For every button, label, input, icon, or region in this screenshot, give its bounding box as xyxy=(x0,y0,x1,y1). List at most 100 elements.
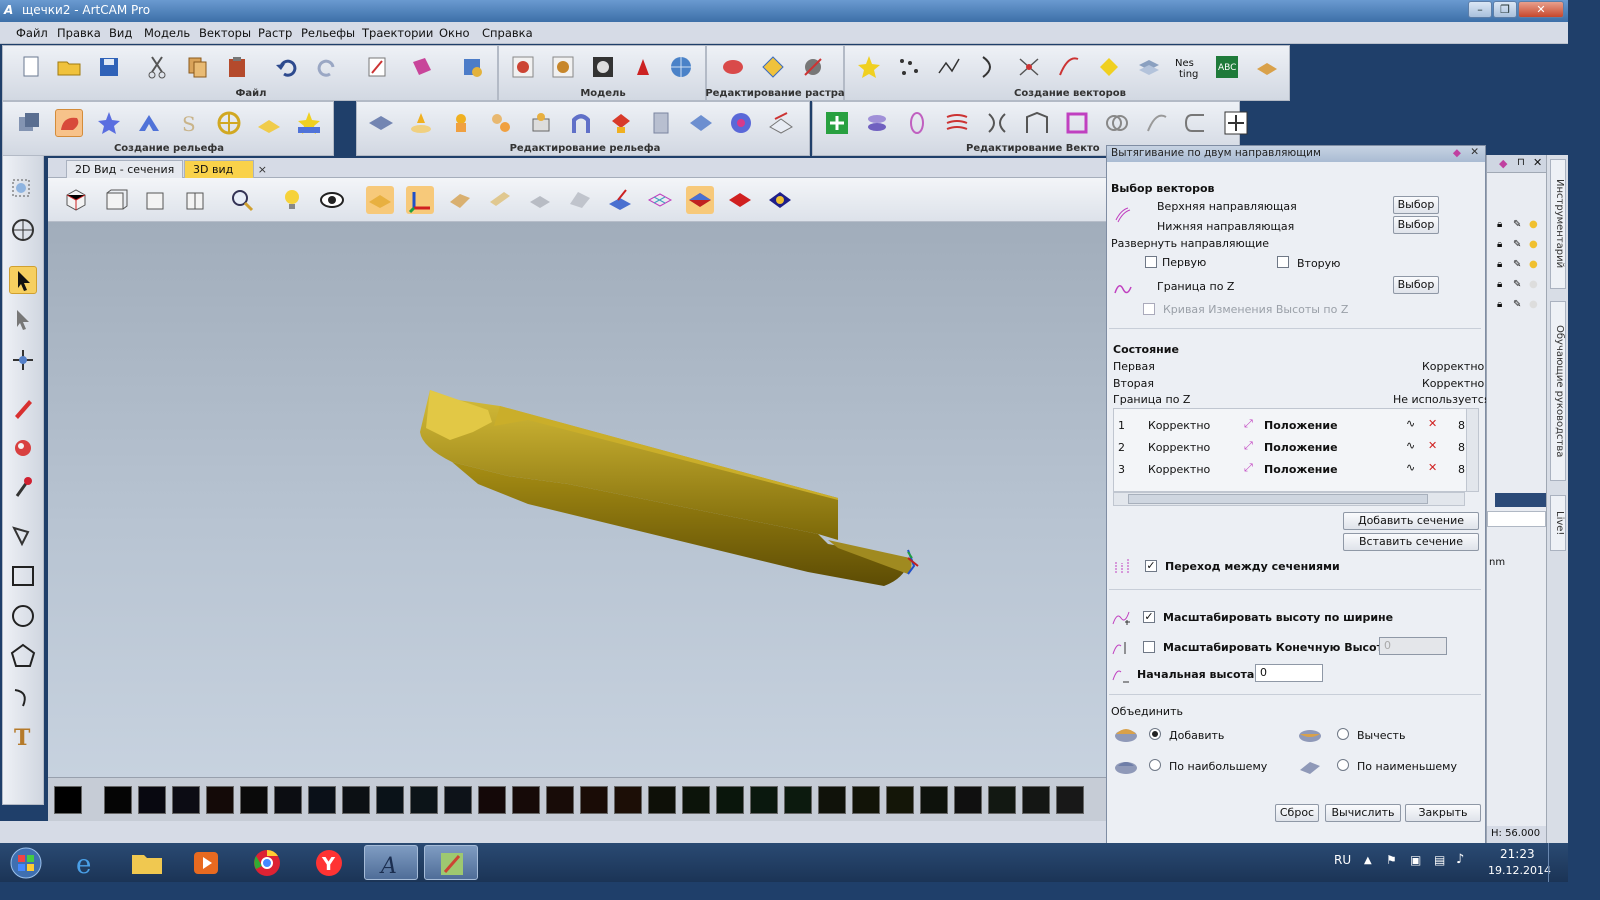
menu-vectors[interactable]: Векторы xyxy=(199,26,251,40)
current-color-swatch[interactable] xyxy=(54,786,82,814)
close-button[interactable]: Закрыть xyxy=(1405,804,1481,822)
iso-view-icon[interactable] xyxy=(62,186,90,214)
relief-icon-1[interactable] xyxy=(15,109,43,137)
menu-model[interactable]: Модель xyxy=(144,26,190,40)
copy-icon[interactable] xyxy=(183,53,211,81)
palette-swatch[interactable] xyxy=(1022,786,1050,814)
paint-icon[interactable] xyxy=(9,434,37,462)
reverse-first-checkbox[interactable] xyxy=(1145,256,1157,268)
scale-final-height-checkbox[interactable] xyxy=(1143,641,1155,653)
tab-2d-view[interactable]: 2D Вид - сечения xyxy=(66,160,184,178)
section-delete-icon[interactable]: ✕ xyxy=(1428,461,1437,474)
save-icon[interactable] xyxy=(95,53,123,81)
relief-star2-icon[interactable] xyxy=(295,109,323,137)
palette-swatch[interactable] xyxy=(988,786,1016,814)
layer-row[interactable]: 🔒︎ ✎ ● xyxy=(1497,279,1543,295)
polyline-icon[interactable] xyxy=(935,53,963,81)
panel-float-icon[interactable]: ⊓ xyxy=(1517,157,1525,168)
tab-live[interactable]: Live! xyxy=(1550,495,1566,551)
zoom-icon[interactable] xyxy=(228,186,256,214)
minimize-button[interactable]: – xyxy=(1468,1,1492,18)
palette-swatch[interactable] xyxy=(682,786,710,814)
shaded-icon[interactable] xyxy=(686,186,714,214)
raster-icon-1[interactable] xyxy=(719,53,747,81)
relief-edit-icon-8[interactable] xyxy=(647,109,675,137)
relief-edit-icon-4[interactable] xyxy=(487,109,515,137)
tray-expand-icon[interactable]: ▲ xyxy=(1364,855,1372,866)
final-height-input[interactable]: 0 xyxy=(1379,637,1447,655)
palette-swatch[interactable] xyxy=(954,786,982,814)
model-icon-1[interactable] xyxy=(509,53,537,81)
spin-icon[interactable]: S xyxy=(175,109,203,137)
layer-row[interactable]: 🔒︎ ✎ ● xyxy=(1497,259,1543,275)
palette-swatch[interactable] xyxy=(614,786,642,814)
new-file-icon[interactable] xyxy=(17,53,45,81)
vector-edit-icon-6[interactable] xyxy=(1023,109,1051,137)
layer-row[interactable]: 🔒︎ ✎ ● xyxy=(1497,239,1543,255)
undo-icon[interactable] xyxy=(273,53,301,81)
panel-pin-icon[interactable]: ◆ xyxy=(1499,157,1507,170)
network-icon[interactable]: ▤ xyxy=(1434,853,1445,867)
palette-swatch[interactable] xyxy=(478,786,506,814)
top-view-icon[interactable] xyxy=(182,186,210,214)
vector-edit-icon-5[interactable] xyxy=(983,109,1011,137)
vector-edit-icon-4[interactable] xyxy=(943,109,971,137)
notes-icon[interactable] xyxy=(363,53,391,81)
select-upper-rail-button[interactable]: Выбор xyxy=(1393,196,1439,214)
cut-icon[interactable] xyxy=(143,53,171,81)
section-position-icon[interactable]: ⤢ xyxy=(1244,461,1253,475)
scale-height-checkbox[interactable]: ✓ xyxy=(1143,611,1155,623)
3d-viewport[interactable] xyxy=(48,222,1106,777)
edit-icon[interactable]: ✎ xyxy=(1513,279,1521,290)
combine-subtract-radio[interactable] xyxy=(1337,728,1349,740)
pencil-icon[interactable] xyxy=(9,394,37,422)
menu-view[interactable]: Вид xyxy=(109,26,132,40)
relief-edit-icon-2[interactable] xyxy=(407,109,435,137)
zoom-window-icon[interactable] xyxy=(9,176,37,204)
relief-star-icon[interactable] xyxy=(95,109,123,137)
palette-swatch[interactable] xyxy=(546,786,574,814)
palette-swatch[interactable] xyxy=(104,786,132,814)
insert-section-button[interactable]: Вставить сечение xyxy=(1343,533,1479,551)
section-position-icon[interactable]: ⤢ xyxy=(1244,417,1253,431)
shape-icon[interactable] xyxy=(1095,53,1123,81)
show-desktop-button[interactable] xyxy=(1548,843,1568,882)
palette-swatch[interactable] xyxy=(410,786,438,814)
relief-edit-icon-11[interactable] xyxy=(767,109,795,137)
material-icon-3[interactable] xyxy=(526,186,554,214)
arc-icon[interactable] xyxy=(975,53,1003,81)
scroll-thumb[interactable] xyxy=(1128,494,1428,504)
relief-edit-icon-10[interactable] xyxy=(727,109,755,137)
yandex-icon[interactable]: Y xyxy=(302,845,356,880)
relief-edit-icon-7[interactable] xyxy=(607,109,635,137)
relief-edit-icon-6[interactable] xyxy=(567,109,595,137)
circle-icon[interactable] xyxy=(9,602,37,630)
side-view-icon[interactable] xyxy=(142,186,170,214)
globe-view-icon[interactable] xyxy=(9,216,37,244)
palette-swatch[interactable] xyxy=(886,786,914,814)
palette-swatch[interactable] xyxy=(444,786,472,814)
bulb-icon[interactable]: ● xyxy=(1529,219,1538,230)
vector-edit-icon-3[interactable] xyxy=(903,109,931,137)
select-arrow-icon[interactable] xyxy=(9,266,37,294)
close-window-button[interactable]: ✕ xyxy=(1518,1,1564,18)
menu-window[interactable]: Окно xyxy=(439,26,470,40)
combine-min-radio[interactable] xyxy=(1337,759,1349,771)
flag-icon[interactable]: ⚑ xyxy=(1386,853,1397,867)
palette-swatch[interactable] xyxy=(206,786,234,814)
relief-edit-icon-3[interactable] xyxy=(447,109,475,137)
start-button[interactable] xyxy=(4,845,48,880)
palette-swatch[interactable] xyxy=(920,786,948,814)
section-row[interactable]: 3 Корректно ⤢ Положение ∿ ✕ 8 xyxy=(1114,459,1478,481)
tab-tutorials[interactable]: Обучающие руководства xyxy=(1550,301,1566,481)
palette-swatch[interactable] xyxy=(648,786,676,814)
raster-icon-3[interactable] xyxy=(799,53,827,81)
section-position-icon[interactable]: ⤢ xyxy=(1244,439,1253,453)
section-delete-icon[interactable]: ✕ xyxy=(1428,417,1437,430)
layer-row[interactable]: 🔒︎ ✎ ● xyxy=(1497,299,1543,315)
bulb-icon[interactable]: ● xyxy=(1529,239,1538,250)
palette-swatch[interactable] xyxy=(580,786,608,814)
rectangle-icon[interactable] xyxy=(9,562,37,590)
lock-icon[interactable]: 🔒︎ xyxy=(1497,299,1502,310)
axes-icon[interactable] xyxy=(406,186,434,214)
